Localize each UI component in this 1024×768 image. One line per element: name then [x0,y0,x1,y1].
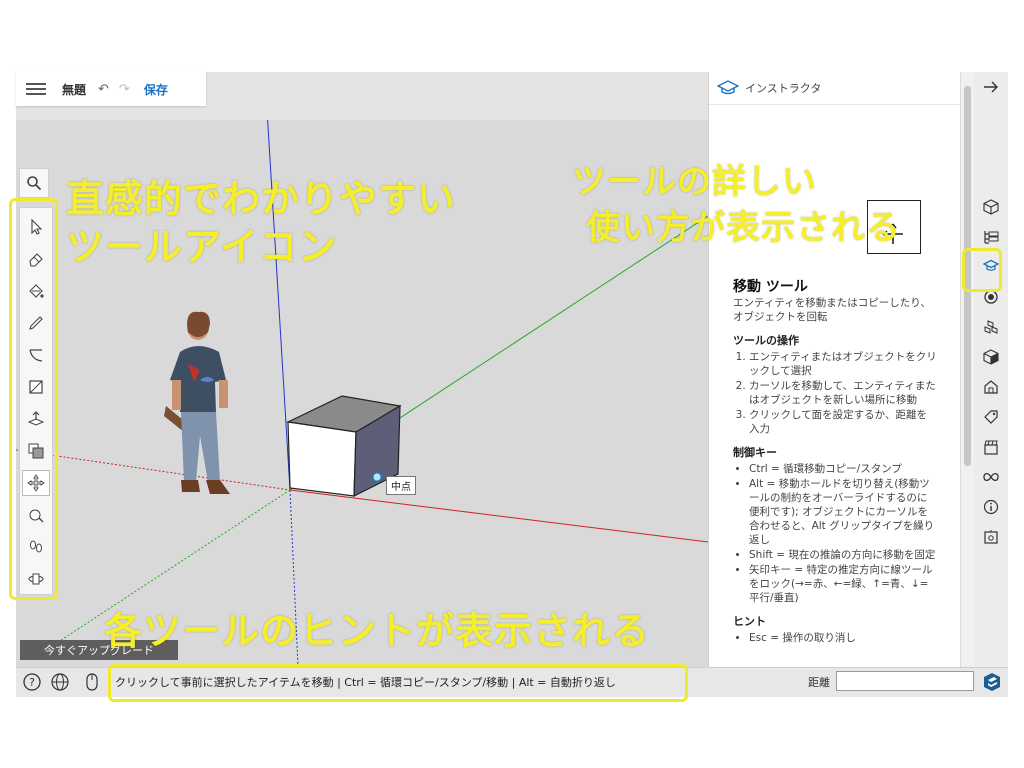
instructor-title: インストラクタ [745,82,822,95]
hints-list: Esc = 操作の取り消し [733,631,937,645]
tool-description: エンティティを移動またはコピーしたり、オブジェクトを回転 [733,297,931,323]
help-icon: ? [23,673,41,691]
red-axis [289,489,708,543]
modifier-key-item: Alt = 移動ホールドを切り替え(移動ツールの制約をオーバーライドするのに便利… [749,477,937,547]
help-button[interactable]: ? [22,672,42,692]
midpoint-inference-marker [372,472,382,482]
undo-icon[interactable]: ↶ [98,82,109,97]
collapse-panel-button[interactable] [980,76,1002,98]
right-panel-tray [974,72,1008,667]
callout-left-line2: ツールアイコン [66,225,338,269]
operations-list: エンティティまたはオブジェクトをクリックして選択 カーソルを移動して、エンティテ… [733,350,937,436]
operation-step: カーソルを移動して、エンティティまたはオブジェクトを新しい場所に移動 [749,379,937,407]
save-button[interactable]: 保存 [144,81,168,98]
language-button[interactable] [50,672,70,692]
tool-name: 移動 ツール [733,279,808,295]
modifier-key-item: Ctrl = 循環移動コピー/スタンプ [749,462,937,476]
outliner-button[interactable] [980,226,1002,248]
extensions-button[interactable] [980,526,1002,548]
outliner-icon [984,231,999,244]
operations-heading: ツールの操作 [733,334,799,347]
toolbar-highlight-box [9,198,58,600]
callout-bottom: 各ツールのヒントが表示される [104,609,651,653]
file-name[interactable]: 無題 [62,81,86,98]
scenes-button[interactable] [980,376,1002,398]
callout-right-line2: 使い方が表示される [586,208,901,248]
search-icon [27,176,42,191]
mouse-icon [86,673,98,691]
person-figure [164,311,230,494]
svg-text:?: ? [29,676,35,689]
infinity-icon [983,472,999,482]
styles-button[interactable] [980,346,1002,368]
components-button[interactable] [980,316,1002,338]
file-title-box: 無題 ↶ ↷ 保存 [16,72,206,106]
instructor-icon-highlight-box [962,248,1002,292]
callout-left-line1: 直感的でわかりやすい [66,177,457,221]
status-hint-highlight-box [108,664,688,702]
modifier-key-item: Shift = 現在の推論の方向に移動を固定 [749,548,937,562]
display-button[interactable] [980,466,1002,488]
operation-step: クリックして面を設定するか、距離を入力 [749,408,937,436]
operation-step: エンティティまたはオブジェクトをクリックして選択 [749,350,937,378]
hint-item: Esc = 操作の取り消し [749,631,937,645]
instructor-content: 移動 ツール エンティティを移動またはコピーしたり、オブジェクトを回転 ツールの… [733,280,937,646]
instructor-scrollbar[interactable] [960,72,974,667]
modifier-keys-heading: 制御キー [733,446,777,459]
components-icon [984,320,998,334]
sketchup-logo[interactable] [982,672,1002,692]
entity-info-button[interactable] [980,196,1002,218]
cube-outline-icon [983,199,999,215]
model-info-button[interactable] [980,496,1002,518]
arrow-right-icon [984,81,998,93]
graduation-cap-icon [717,80,739,95]
mouse-button[interactable] [82,672,102,692]
hints-heading: ヒント [733,615,766,628]
globe-icon [51,673,69,691]
styles-cube-icon [983,349,999,365]
sketchup-logo-icon [984,673,1000,691]
callout-right-line1: ツールの詳しい [572,162,817,202]
info-icon [983,499,999,515]
modifier-key-item: 矢印キー = 特定の推定方向に線ツールをロック(→=赤、←=緑、↑=青、↓=平行… [749,563,937,605]
tags-button[interactable] [980,406,1002,428]
measurements-label: 距離 [808,676,830,689]
extension-box-icon [984,530,998,544]
modifier-keys-list: Ctrl = 循環移動コピー/スタンプ Alt = 移動ホールドを切り替え(移動… [733,462,937,605]
house-cube-icon [984,380,998,394]
box-front-face [287,421,357,497]
scenes-clapper-button[interactable] [980,436,1002,458]
clapperboard-icon [984,440,998,455]
hamburger-menu-icon[interactable] [26,83,46,95]
inference-tooltip: 中点 [386,476,416,495]
search-button[interactable] [19,168,49,198]
redo-icon[interactable]: ↷ [119,82,130,97]
tag-icon [984,410,998,424]
instructor-header: インストラクタ [709,72,960,105]
measurements-input[interactable] [836,671,974,691]
